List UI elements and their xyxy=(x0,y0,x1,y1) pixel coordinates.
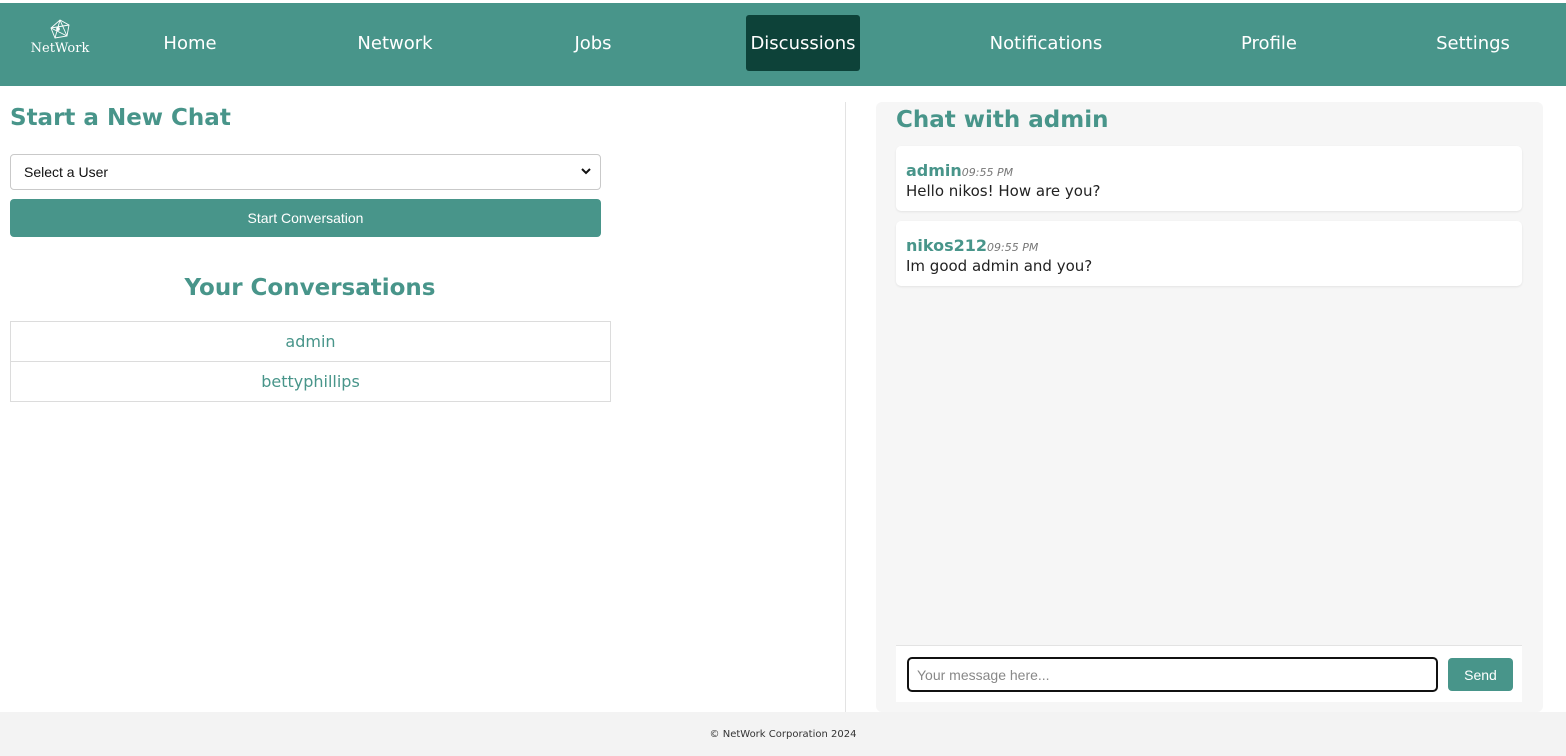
chat-title: Chat with admin xyxy=(896,107,1109,133)
brand-logo[interactable]: NetWork xyxy=(28,19,92,67)
chat-message: nikos21209:55 PM Im good admin and you? xyxy=(896,221,1522,286)
message-time: 09:55 PM xyxy=(987,241,1039,254)
message-text: Hello nikos! How are you? xyxy=(906,182,1101,200)
nav-profile[interactable]: Profile xyxy=(1229,15,1309,71)
message-input[interactable] xyxy=(907,657,1438,692)
column-divider xyxy=(845,102,846,712)
conversation-item-bettyphillips[interactable]: bettyphillips xyxy=(10,361,611,402)
nav-settings[interactable]: Settings xyxy=(1425,15,1521,71)
user-select-value: Select a User xyxy=(24,164,109,180)
new-chat-title: Start a New Chat xyxy=(10,105,231,131)
message-composer: Send xyxy=(896,645,1522,702)
start-conversation-button[interactable]: Start Conversation xyxy=(10,199,601,237)
message-time: 09:55 PM xyxy=(961,166,1014,179)
nav-home[interactable]: Home xyxy=(150,15,230,71)
chevron-down-icon xyxy=(581,168,591,175)
chat-message: admin09:55 PM Hello nikos! How are you? xyxy=(896,146,1522,211)
send-button[interactable]: Send xyxy=(1448,658,1513,691)
chat-panel: Chat with admin admin09:55 PM Hello niko… xyxy=(876,102,1543,712)
nav-notifications[interactable]: Notifications xyxy=(978,15,1114,71)
conversation-list: admin bettyphillips xyxy=(10,321,611,402)
conversation-item-admin[interactable]: admin xyxy=(10,321,611,362)
message-text: Im good admin and you? xyxy=(906,257,1093,275)
footer: © NetWork Corporation 2024 xyxy=(0,712,1566,756)
nav-network[interactable]: Network xyxy=(345,15,445,71)
user-select[interactable]: Select a User xyxy=(10,154,601,190)
conversations-title: Your Conversations xyxy=(184,275,436,301)
nav-discussions[interactable]: Discussions xyxy=(746,15,860,71)
message-sender: admin xyxy=(906,161,962,180)
new-chat-section: Start a New Chat Select a User Start Con… xyxy=(10,86,846,712)
network-logo-icon xyxy=(50,19,70,39)
nav-jobs[interactable]: Jobs xyxy=(555,15,631,71)
message-sender: nikos212 xyxy=(906,236,987,255)
top-navbar: NetWork Home Network Jobs Discussions No… xyxy=(0,3,1566,86)
footer-copyright: © NetWork Corporation 2024 xyxy=(709,728,857,740)
brand-name: NetWork xyxy=(30,41,90,56)
